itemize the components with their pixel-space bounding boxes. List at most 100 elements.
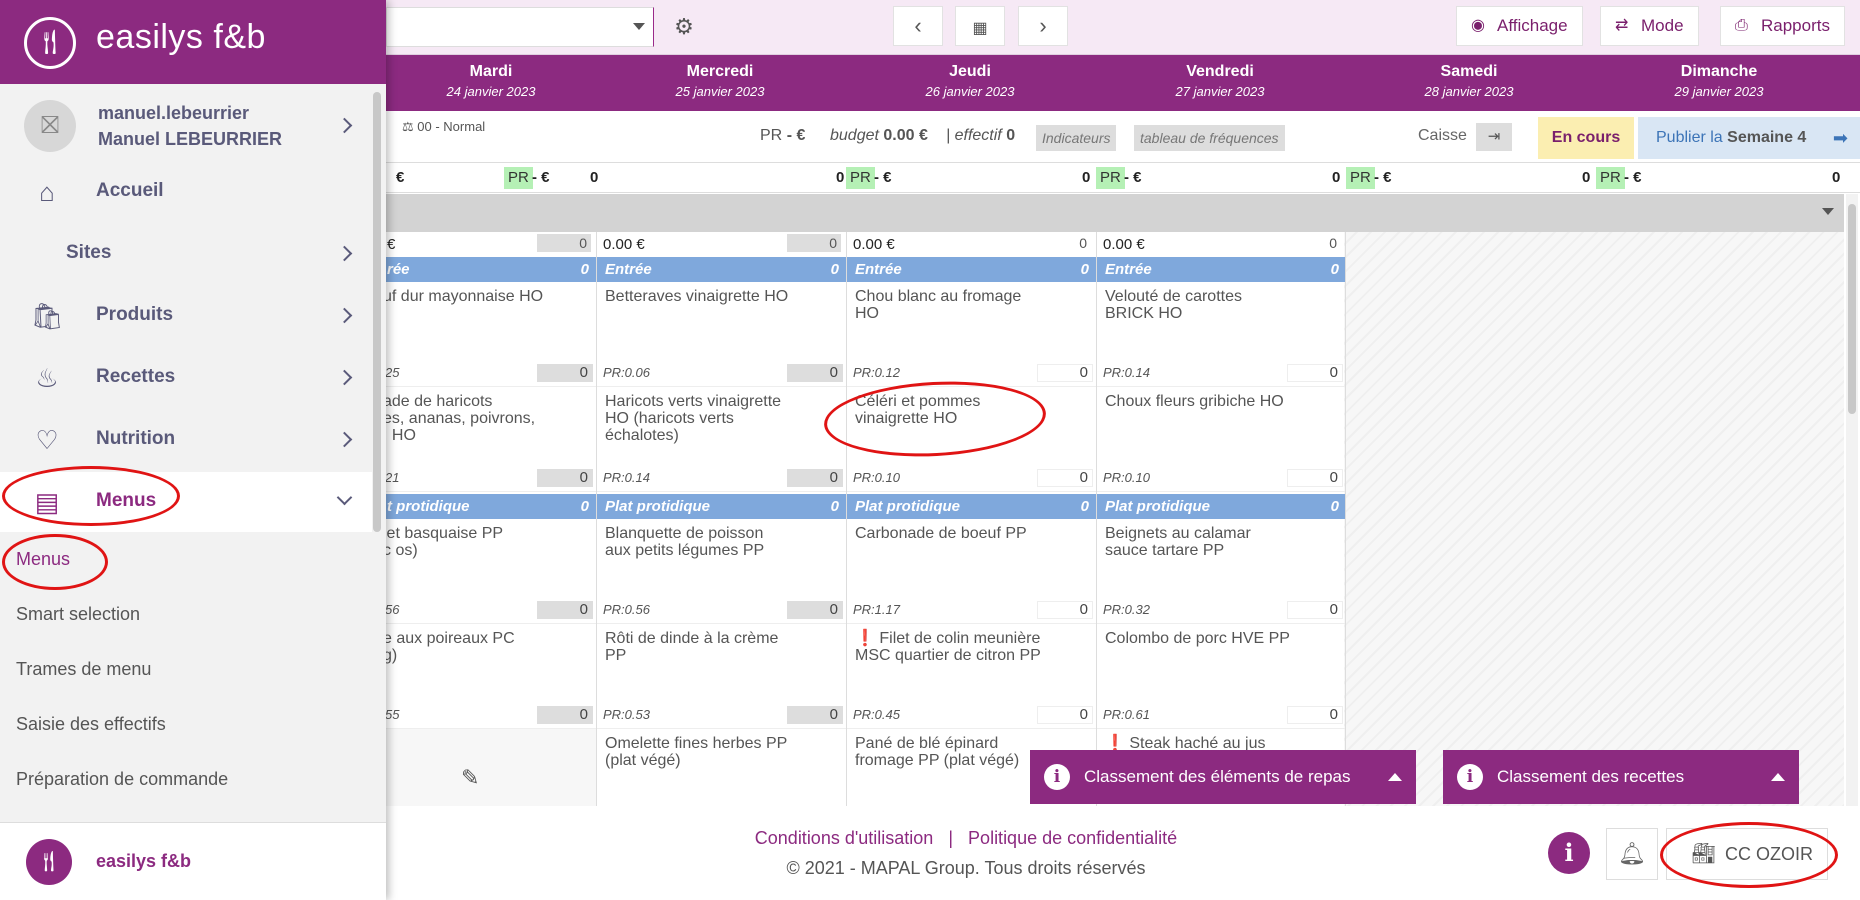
recipe-title: Haricots verts vinaigrette HO (haricots … (605, 393, 782, 444)
recipe-qty[interactable]: 0 (537, 706, 593, 724)
recipe-item[interactable]: Beignets au calamar sauce tartare PP PR:0… (1097, 519, 1345, 624)
chevron-up-icon[interactable] (1388, 773, 1402, 781)
bell-icon[interactable]: 🔔︎ (1606, 828, 1658, 880)
recipe-qty[interactable]: 0 (787, 706, 843, 724)
recipe-qty[interactable]: 0 (1287, 706, 1343, 724)
pencil-icon[interactable]: ✎ (461, 765, 479, 791)
chevron-right-icon (336, 307, 353, 324)
meal-elements-ranking-panel[interactable]: i Classement des éléments de repas (1030, 750, 1416, 804)
recipe-qty[interactable]: 0 (537, 601, 593, 619)
recipe-qty[interactable]: 0 (787, 364, 843, 382)
sidebar-item-produits[interactable]: 🛍︎ Produits (0, 286, 372, 346)
scrollbar-thumb[interactable] (1848, 204, 1856, 414)
sidebar-subitem-effectifs[interactable]: Saisie des effectifs (0, 699, 372, 751)
recipe-pr: PR:0.32 (1103, 602, 1150, 617)
recipe-title: Choux fleurs gribiche HO (1105, 393, 1284, 410)
rapports-button[interactable]: ⎙ Rapports (1720, 6, 1845, 46)
next-week-button[interactable]: › (1018, 6, 1068, 46)
site-selector-button[interactable]: 🏭︎ CC OZOIR (1666, 828, 1828, 880)
scrollbar-thumb[interactable] (373, 92, 381, 532)
sidebar: 🍴︎ easilys f&b ⛝ manuel.lebeurrier Manuel… (0, 0, 386, 900)
recipe-item[interactable]: Blanquette de poisson aux petits légumes… (597, 519, 846, 624)
recipe-item[interactable]: Haricots verts vinaigrette HO (haricots … (597, 387, 846, 492)
info-icon[interactable]: i (1548, 832, 1590, 874)
prev-week-button[interactable]: ‹ (893, 6, 943, 46)
recipe-qty[interactable]: 0 (1037, 601, 1093, 619)
settings-gears-icon[interactable]: ⚙ (666, 8, 702, 46)
sidebar-item-sites[interactable]: Sites (0, 224, 372, 284)
section-plat-protidique: Plat protidique 0 (847, 494, 1096, 519)
recipe-item[interactable]: ❗ Filet de colin meunière MSC quartier d… (847, 624, 1096, 729)
recipe-qty[interactable]: 0 (1287, 364, 1343, 382)
menu-document-icon: ▤ (34, 487, 60, 517)
site-select[interactable] (386, 7, 654, 47)
day-date: 25 janvier 2023 (675, 84, 765, 99)
recipe-item[interactable]: Colombo de porc HVE PP PR:0.61 0 (1097, 624, 1345, 729)
recipe-title: ade de haricots es, ananas, poivrons, ; … (383, 393, 536, 444)
day-date: 28 janvier 2023 (1424, 84, 1514, 99)
recipe-item[interactable]: Chou blanc au fromage HO PR:0.12 0 (847, 282, 1096, 387)
sidebar-subitem-commande[interactable]: Préparation de commande (0, 754, 372, 806)
recipe-qty[interactable]: 0 (537, 364, 593, 382)
recipe-pr: 25 (385, 365, 400, 380)
section-count: 0 (580, 261, 589, 278)
sidebar-item-recettes[interactable]: ♨ Recettes (0, 348, 372, 408)
mode-button[interactable]: ⇄ Mode (1600, 6, 1699, 46)
recipe-item[interactable]: Betteraves vinaigrette HO PR:0.06 0 (597, 282, 846, 387)
chevron-right-icon (336, 117, 353, 134)
recipe-qty[interactable]: 0 (787, 469, 843, 487)
privacy-link[interactable]: Politique de confidentialité (968, 828, 1177, 848)
export-icon[interactable]: ⇥ (1476, 123, 1512, 151)
recipe-qty[interactable]: 0 (1037, 706, 1093, 724)
sidebar-item-nutrition[interactable]: ♡ Nutrition (0, 410, 372, 470)
main-scrollbar[interactable] (1846, 194, 1858, 806)
recipe-qty[interactable]: 0 (1037, 364, 1093, 382)
sidebar-subitem-trames[interactable]: Trames de menu (0, 644, 372, 696)
sidebar-item-accueil[interactable]: ⌂ Accueil (0, 162, 372, 222)
column-amount: 0.00 € (1103, 236, 1145, 253)
user-profile[interactable]: ⛝ manuel.lebeurrier Manuel LEBEURRIER (0, 88, 372, 164)
recipe-qty[interactable]: 0 (787, 601, 843, 619)
recipe-title: Blanquette de poisson aux petits légumes… (605, 525, 765, 559)
chevron-left-icon: ‹ (914, 13, 922, 38)
recipe-item[interactable]: Céléri et pommes vinaigrette HO PR:0.10 0 (847, 387, 1096, 492)
calendar-button[interactable]: ▦ (955, 6, 1005, 46)
recipes-ranking-panel[interactable]: i Classement des recettes (1443, 750, 1799, 804)
recipe-pr: PR:0.12 (853, 365, 900, 380)
pr-value: - € (786, 127, 806, 144)
column-count: 0 (1287, 234, 1341, 252)
sidebar-subitem-label: Trames de menu (16, 659, 152, 679)
recipe-item[interactable]: Rôti de dinde à la crème PP PR:0.53 0 (597, 624, 846, 729)
conditions-link[interactable]: Conditions d'utilisation (755, 828, 934, 848)
recipe-title: e aux poireaux PC g) (383, 630, 515, 664)
sidebar-subitem-label: Menus (16, 549, 71, 569)
recipe-qty[interactable]: 0 (1287, 601, 1343, 619)
sidebar-subitem-smart-selection[interactable]: Smart selection (0, 589, 372, 641)
sidebar-subitem-label: Saisie des effectifs (16, 714, 166, 734)
service-normal-label: ⚖ 00 - Normal (402, 119, 485, 135)
pr-cell-val: 0 (1582, 169, 1591, 186)
recipe-qty[interactable]: 0 (537, 469, 593, 487)
pr-cell-left: - € (1374, 169, 1392, 186)
recipe-item[interactable]: Omelette fines herbes PP (plat végé) (597, 729, 846, 806)
recipe-title: Colombo de porc HVE PP (1105, 630, 1290, 647)
recipe-qty[interactable]: 0 (1287, 469, 1343, 487)
recipe-item[interactable]: Velouté de carottes BRICK HO PR:0.14 0 (1097, 282, 1345, 387)
recipe-qty[interactable]: 0 (1037, 469, 1093, 487)
sidebar-item-menus[interactable]: ▤ Menus (0, 472, 372, 532)
affichage-button[interactable]: ◉ Affichage (1456, 6, 1583, 46)
sidebar-scrollbar[interactable] (372, 92, 382, 532)
publish-week-button[interactable]: Publier la Semaine 4 ➡ (1638, 117, 1860, 159)
copyright: © 2021 - MAPAL Group. Tous droits réserv… (786, 858, 1146, 878)
indicateurs-button[interactable]: Indicateurs (1036, 125, 1117, 151)
recipe-item[interactable]: Choux fleurs gribiche HO PR:0.10 0 (1097, 387, 1345, 492)
day-name: Vendredi (1186, 63, 1254, 80)
recipe-item[interactable]: Carbonade de boeuf PP PR:1.17 0 (847, 519, 1096, 624)
frequences-button[interactable]: tableau de fréquences (1134, 125, 1285, 151)
pr-cell-left: - € (1124, 169, 1142, 186)
printer-icon: ⎙ (1735, 17, 1748, 34)
meal-section-band[interactable] (386, 194, 1844, 232)
day-column-wednesday: 0.00 € 0 Entrée 0 Betteraves vinaigrette H… (596, 232, 846, 806)
sidebar-subitem-menus[interactable]: Menus (0, 534, 372, 586)
chevron-up-icon[interactable] (1771, 773, 1785, 781)
